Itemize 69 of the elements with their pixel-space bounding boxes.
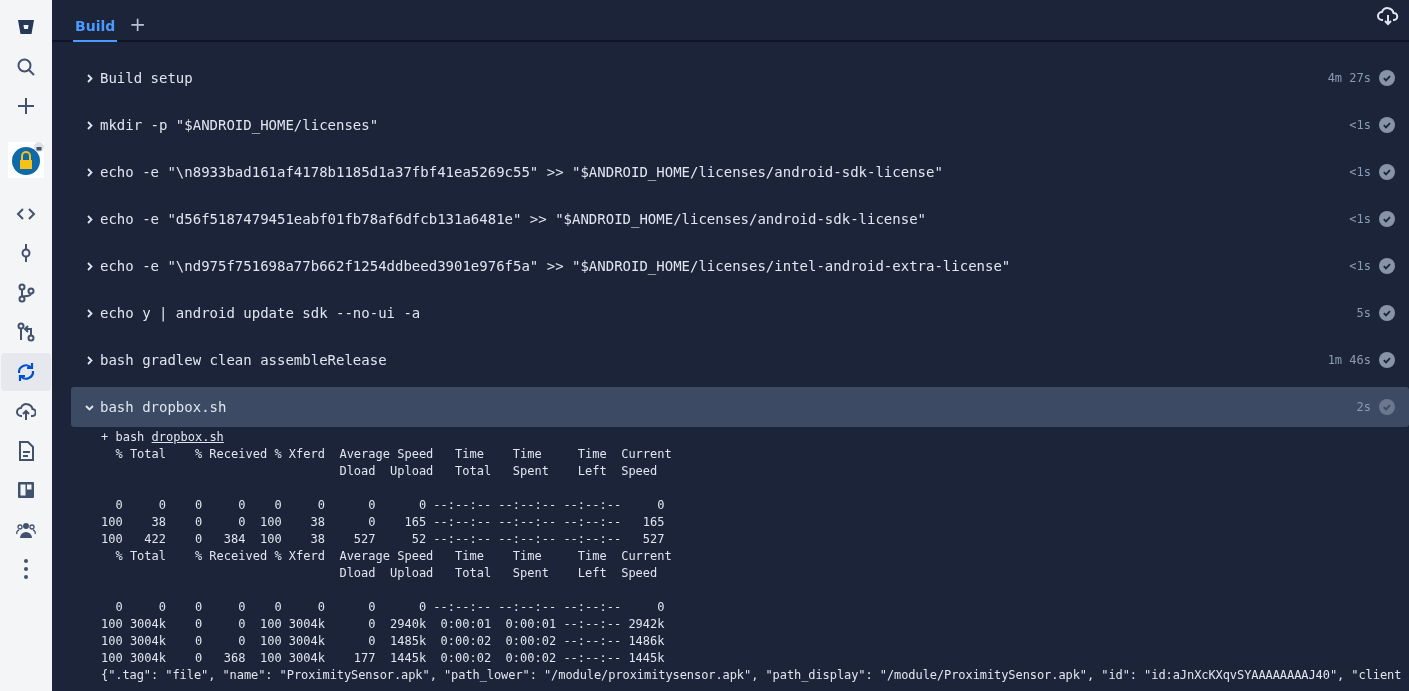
log-line: 0 0 0 0 0 0 0 0 --:--:-- --:--:-- --:--:-- 0 — [114, 599, 666, 616]
build-step-row[interactable]: echo -e "d56f5187479451eabf01fb78af6dfcb131a6481e" >> "$ANDROID_HOME/licenses/android-sdk-license" <1s — [71, 199, 1409, 239]
pull-request-icon — [16, 322, 36, 342]
log-line: 100 38 0 0 100 38 0 165 --:--:-- --:--:-- --:--:-- 165 — [101, 514, 666, 531]
step-command: mkdir -p "$ANDROID_HOME/licenses" — [100, 117, 380, 133]
branch-icon — [16, 282, 36, 303]
log-line: Dload Upload Total Spent Left Speed — [338, 565, 659, 582]
check-circle-icon — [1379, 258, 1395, 274]
check-circle-icon — [1379, 399, 1395, 415]
check-circle-icon — [1379, 352, 1395, 368]
document-icon — [16, 440, 36, 461]
check-circle-icon — [1379, 164, 1395, 180]
log-line: % Total % Received % Xferd Average Speed Time Time Time Current — [114, 548, 673, 565]
refresh-icon — [16, 361, 36, 382]
chevron-right-icon — [85, 355, 94, 365]
step-duration: <1s — [1349, 259, 1371, 273]
tab[interactable]: Build — [73, 18, 118, 42]
build-step-row[interactable]: bash dropbox.sh 2s — [71, 387, 1409, 427]
log-line: 0 0 0 0 0 0 0 0 --:--:-- --:--:-- --:--:-- 0 — [114, 497, 666, 514]
step-duration: <1s — [1349, 118, 1371, 132]
step-command: bash dropbox.sh — [100, 399, 228, 415]
step-command: echo -e "d56f5187479451eabf01fb78af6dfcb131a6481e" >> "$ANDROID_HOME/licenses/android-sdk-license" — [100, 211, 927, 227]
chevron-right-icon — [85, 73, 94, 83]
step-command: echo -e "\nd975f751698a77b662f1254ddbeed3901e976f5a" >> "$ANDROID_HOME/licenses/intel-android-extra-license" — [100, 258, 1012, 274]
log-line: 100 3004k 0 0 100 3004k 0 2940k 0:00:01 0:00:01 --:--:-- 2942k — [101, 616, 666, 633]
build-step-row[interactable]: Build setup 4m 27s — [71, 58, 1409, 98]
step-command: echo y | android update sdk --no-ui -a — [100, 305, 422, 321]
step-duration: 4m 27s — [1327, 71, 1371, 85]
step-duration: <1s — [1349, 212, 1371, 226]
search-icon — [16, 56, 36, 77]
chevron-down-icon — [85, 402, 94, 412]
log-line: 100 3004k 0 0 100 3004k 0 1485k 0:00:02 0:00:02 --:--:-- 1486k — [101, 633, 666, 650]
log-line: Dload Upload Total Spent Left Speed — [338, 463, 659, 480]
step-command: Build setup — [100, 70, 194, 86]
build-step-row[interactable]: echo -e "\nd975f751698a77b662f1254ddbeed3901e976f5a" >> "$ANDROID_HOME/licenses/intel-android-extra-license" <1s — [71, 246, 1409, 286]
step-command: bash gradlew clean assembleRelease — [100, 352, 388, 368]
plus-icon — [16, 96, 36, 116]
cloud-upload-icon — [16, 401, 36, 421]
log-line: 100 422 0 384 100 38 527 52 --:--:-- --:--:-- --:--:-- 527 — [101, 531, 666, 548]
check-circle-icon — [1379, 305, 1395, 321]
chevron-right-icon — [85, 308, 94, 318]
build-step-row[interactable]: echo -e "\n8933bad161af4178b1185d1a37fbf41ea5269c55" >> "$ANDROID_HOME/licenses/android-sdk-license" <1s — [71, 152, 1409, 192]
script-link[interactable]: dropbox.sh — [151, 430, 224, 444]
check-circle-icon — [1379, 211, 1395, 227]
lock-avatar-icon — [8, 141, 44, 178]
step-command: echo -e "\n8933bad161af4178b1185d1a37fbf41ea5269c55" >> "$ANDROID_HOME/licenses/android-sdk-license" — [100, 164, 944, 180]
check-circle-icon — [1379, 117, 1395, 133]
step-duration: 2s — [1356, 400, 1371, 414]
add-tab-button[interactable]: + — [127, 12, 149, 42]
more-icon — [24, 559, 28, 579]
chevron-right-icon — [85, 167, 94, 177]
board-icon — [16, 480, 36, 500]
bucket-logo-icon — [16, 17, 36, 37]
chevron-right-icon — [85, 261, 94, 271]
cloud-download-icon[interactable] — [1377, 6, 1399, 26]
build-step-row[interactable]: bash gradlew clean assembleRelease 1m 46s — [71, 340, 1409, 380]
step-duration: <1s — [1349, 165, 1371, 179]
chevron-right-icon — [85, 214, 94, 224]
check-circle-icon — [1379, 70, 1395, 86]
chevron-right-icon — [85, 120, 94, 130]
build-step-row[interactable]: mkdir -p "$ANDROID_HOME/licenses" <1s — [71, 105, 1409, 145]
log-line: 100 3004k 0 368 100 3004k 177 1445k 0:00:02 0:00:02 --:--:-- 1445k — [101, 650, 666, 667]
step-duration: 1m 46s — [1327, 353, 1371, 367]
log-line: % Total % Received % Xferd Average Speed Time Time Time Current — [114, 446, 673, 463]
log-command: + bash — [101, 430, 146, 444]
refresh-nav-item[interactable] — [1, 352, 51, 391]
build-step-row[interactable]: echo y | android update sdk --no-ui -a 5s — [71, 293, 1409, 333]
log-line: {".tag": "file", "name": "ProximitySensor.apk", "path_lower": "/module/proximitysensor.apk", "path_display": "/module/ProximitySensor.apk", "id": "id:aJnXcKXqvSYAAAAAAAAJ40", "client — [101, 667, 1403, 684]
step-duration: 5s — [1356, 306, 1371, 320]
